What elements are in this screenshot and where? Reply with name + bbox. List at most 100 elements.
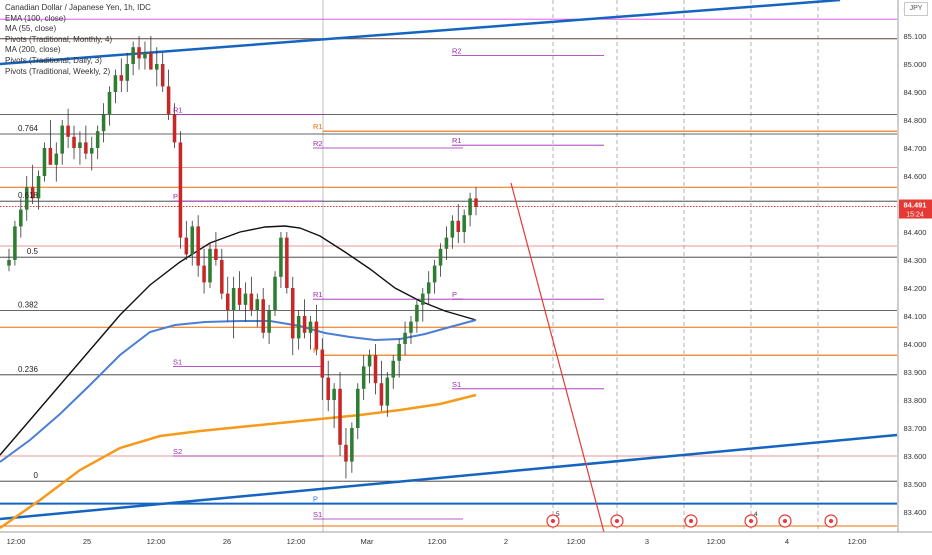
candle-body[interactable] [202,265,206,283]
candle-body[interactable] [344,444,348,462]
candle-body[interactable] [444,237,449,249]
candle-body[interactable] [84,142,88,154]
candle-body[interactable] [385,377,390,406]
price-tick-label: 84.200 [904,284,927,293]
price-tick-label: 83.800 [904,396,927,405]
candle-body[interactable] [373,355,378,384]
candle-body[interactable] [355,388,360,428]
candle-body[interactable] [397,344,401,361]
candle-body[interactable] [184,237,189,255]
candle-body[interactable] [60,125,64,154]
legend-item[interactable]: MA (55, close) [5,24,151,35]
candle-body[interactable] [261,299,265,333]
candle-body[interactable] [474,198,478,207]
pivot-label: R2 [313,139,323,148]
candle-body[interactable] [415,304,419,322]
candle-body[interactable] [302,316,307,333]
candle-body[interactable] [160,64,165,87]
candle-body[interactable] [255,299,260,311]
candle-body[interactable] [267,310,271,333]
pivot-label: P [313,346,318,355]
candle-body[interactable] [166,86,171,115]
candle-body[interactable] [273,276,277,311]
candle-body[interactable] [285,237,289,288]
candle-body[interactable] [237,288,242,305]
candle-body[interactable] [190,226,195,255]
legend-item[interactable]: MA (200, close) [5,45,151,56]
candle-body[interactable] [155,64,159,70]
candle-body[interactable] [403,332,407,344]
candle-body[interactable] [13,226,17,260]
pivot-label: P [452,290,457,299]
candle-body[interactable] [243,293,248,305]
candlestick-chart[interactable]: 0.7640.6180.50.3820.2360R1R2R1R1R2R1PR1P… [0,0,932,550]
candle-body[interactable] [379,383,384,406]
candle-body[interactable] [350,428,354,462]
candle-body[interactable] [220,260,224,294]
candle-body[interactable] [196,226,200,266]
price-tick-label: 83.700 [904,424,927,433]
candle-body[interactable] [208,248,212,283]
candle-body[interactable] [178,142,183,238]
candle-body[interactable] [107,92,112,115]
candle-body[interactable] [361,366,366,389]
pivot-label: R1 [313,122,323,131]
currency-badge[interactable]: JPY [904,2,928,16]
time-axis[interactable] [0,532,932,550]
legend-item[interactable]: Pivots (Traditional, Daily, 3) [5,56,151,67]
legend-item[interactable]: Pivots (Traditional, Monthly, 4) [5,35,151,46]
candle-body[interactable] [172,114,177,143]
indicator-legend: Canadian Dollar / Japanese Yen, 1h, IDC … [5,3,151,77]
candle-body[interactable] [308,321,313,333]
candle-body[interactable] [54,153,59,165]
candle-body[interactable] [7,260,11,266]
time-tick-label: 12:00 [428,537,447,546]
price-tick-label: 84.700 [904,144,927,153]
candle-body[interactable] [426,282,431,294]
time-tick-label: 26 [223,537,231,546]
candle-body[interactable] [421,293,425,305]
chart-canvas[interactable]: 0.7640.6180.50.3820.2360R1R2R1R1R2R1PR1P… [0,0,932,550]
pivot-label: S1 [313,510,322,519]
candle-body[interactable] [72,136,76,148]
candle-body[interactable] [320,349,325,378]
candle-body[interactable] [42,148,47,176]
candle-body[interactable] [290,288,295,339]
candle-body[interactable] [101,114,106,132]
candle-body[interactable] [225,293,230,311]
candle-body[interactable] [66,125,70,137]
candle-body[interactable] [450,220,455,238]
candle-body[interactable] [95,131,100,148]
legend-item[interactable]: EMA (100, close) [5,14,151,25]
candle-body[interactable] [89,148,94,154]
candle-body[interactable] [279,237,283,277]
candle-body[interactable] [391,360,396,378]
legend-item[interactable]: Pivots (Traditional, Weekly, 2) [5,67,151,78]
pivot-label: P [313,495,318,504]
candle-body[interactable] [19,209,23,227]
candle-body[interactable] [367,355,372,367]
fib-level-label: 0.5 [27,247,39,256]
candle-body[interactable] [409,321,413,333]
candle-body[interactable] [296,316,301,339]
candle-body[interactable] [78,142,82,148]
candle-body[interactable] [326,377,330,400]
candle-body[interactable] [48,148,53,165]
candle-body[interactable] [438,248,443,266]
candle-body[interactable] [338,388,342,445]
price-tick-label: 84.900 [904,88,927,97]
candle-body[interactable] [214,248,218,260]
candle-body[interactable] [249,293,254,311]
pivot-label: S1 [173,357,182,366]
candle-body[interactable] [432,265,437,283]
candle-body[interactable] [462,215,466,232]
pivot-label: R1 [173,105,183,114]
price-tick-label: 84.100 [904,312,927,321]
candle-body[interactable] [332,388,336,400]
candle-body[interactable] [231,288,236,311]
candle-body[interactable] [113,75,118,92]
time-tick-label: 12:00 [147,537,166,546]
candle-body[interactable] [456,220,461,232]
candle-body[interactable] [468,198,472,216]
price-tick-label: 84.300 [904,256,927,265]
